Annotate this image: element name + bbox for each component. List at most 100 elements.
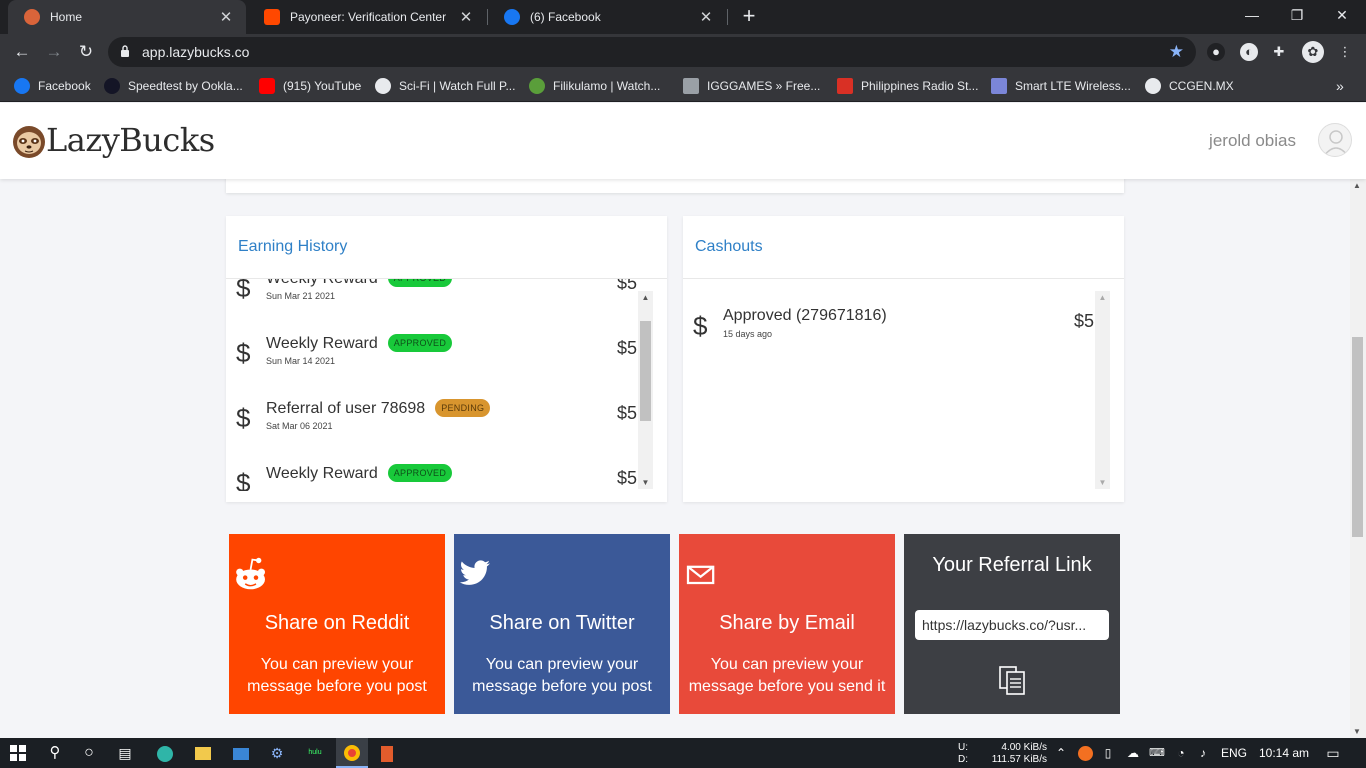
extension-compass-icon[interactable]: ◐: [1240, 43, 1258, 61]
close-tab-icon[interactable]: ✕: [698, 8, 714, 26]
onedrive-cloud-icon[interactable]: ☁: [1124, 743, 1142, 763]
edge-icon[interactable]: [157, 745, 173, 762]
facebook-icon: [14, 78, 30, 94]
earning-amount: $5: [616, 279, 637, 293]
lazybucks-favicon-icon: [24, 9, 40, 25]
bookmark-youtube[interactable]: (915) YouTube: [259, 76, 361, 96]
copy-icon[interactable]: [996, 664, 1028, 696]
share-email-card[interactable]: Share by Email You can preview your mess…: [679, 534, 895, 714]
bookmark-smart-lte[interactable]: Smart LTE Wireless...: [991, 76, 1131, 96]
bookmark-facebook[interactable]: Facebook: [14, 76, 91, 96]
wifi-icon[interactable]: ◔: [1172, 743, 1190, 763]
vpn-icon[interactable]: [1077, 746, 1093, 762]
bookmark-label: Smart LTE Wireless...: [1015, 79, 1131, 93]
app-icon[interactable]: [381, 745, 393, 762]
lazybucks-logo[interactable]: LazyBucks: [12, 121, 215, 159]
referral-link-input[interactable]: [915, 610, 1109, 640]
scroll-up-icon[interactable]: ▲: [1353, 181, 1361, 190]
bookmark-star-icon[interactable]: ★: [1169, 42, 1184, 62]
cashout-label: Approved (279671816): [723, 307, 887, 324]
download-speed: 111.57 KiB/s: [991, 754, 1047, 765]
phone-icon[interactable]: ▯: [1100, 743, 1116, 763]
bookmark-philippines-radio[interactable]: Philippines Radio St...: [837, 76, 978, 96]
bookmark-label: Facebook: [38, 79, 91, 93]
twitter-bird-icon: [459, 560, 490, 585]
tray-chevron-up-icon[interactable]: ⌃: [1054, 743, 1068, 763]
earning-scrollbar[interactable]: ▲ ▼: [638, 291, 653, 489]
page-scroll-thumb[interactable]: [1352, 337, 1363, 537]
bookmark-igggames[interactable]: IGGGAMES » Free...: [683, 76, 820, 96]
extensions-puzzle-icon[interactable]: ✚: [1270, 43, 1288, 61]
back-arrow-icon[interactable]: ←: [9, 39, 35, 65]
bookmark-label: Filikulamo | Watch...: [553, 79, 661, 93]
earning-history-list[interactable]: $ Weekly RewardAPPROVED Sun Mar 21 2021 …: [226, 279, 667, 502]
scroll-down-icon[interactable]: ▼: [638, 478, 653, 487]
bookmark-scifi[interactable]: Sci-Fi | Watch Full P...: [375, 76, 515, 96]
cortana-icon[interactable]: ○: [78, 743, 100, 763]
bookmark-ccgen[interactable]: CCGEN.MX: [1145, 76, 1234, 96]
scroll-up-icon[interactable]: ▲: [1095, 293, 1110, 302]
volume-icon[interactable]: ♪: [1194, 743, 1212, 763]
igggames-icon: [683, 78, 699, 94]
windows-start-icon[interactable]: [10, 745, 26, 761]
cashouts-list[interactable]: $ Approved (279671816) 15 days ago $5: [683, 279, 1124, 502]
status-badge: PENDING: [435, 399, 491, 417]
share-email-desc: You can preview your message before you …: [688, 656, 886, 695]
cashouts-panel: Cashouts $ Approved (279671816) 15 days …: [683, 216, 1124, 502]
close-window-icon[interactable]: ✕: [1320, 0, 1364, 32]
user-name[interactable]: jerold obias: [1209, 131, 1296, 151]
share-twitter-card[interactable]: Share on Twitter You can preview your me…: [454, 534, 670, 714]
action-center-icon[interactable]: ▭: [1322, 743, 1344, 763]
scroll-up-icon[interactable]: ▲: [638, 293, 653, 302]
menu-dots-icon[interactable]: ⋮: [1336, 43, 1354, 61]
speedtest-icon: [104, 78, 120, 94]
scroll-down-icon[interactable]: ▼: [1095, 478, 1110, 487]
ime-icon[interactable]: ⌨: [1148, 743, 1166, 763]
bookmark-filikulamo[interactable]: Filikulamo | Watch...: [529, 76, 660, 96]
share-reddit-card[interactable]: Share on Reddit You can preview your mes…: [229, 534, 445, 714]
bookmarks-overflow-icon[interactable]: »: [1336, 76, 1344, 96]
minimize-icon[interactable]: —: [1230, 0, 1274, 32]
close-tab-icon[interactable]: ✕: [218, 8, 234, 26]
url-text: app.lazybucks.co: [142, 44, 250, 60]
cashouts-scrollbar[interactable]: ▲ ▼: [1095, 291, 1110, 489]
page-scrollbar[interactable]: ▲ ▼: [1350, 179, 1366, 738]
tab-divider: [727, 9, 728, 25]
scroll-thumb[interactable]: [640, 321, 651, 421]
globe-icon: [375, 78, 391, 94]
chrome-taskbar-icon[interactable]: [336, 738, 368, 768]
share-twitter-title: Share on Twitter: [489, 612, 635, 634]
share-reddit-title: Share on Reddit: [264, 612, 410, 634]
hulu-icon[interactable]: hulu: [304, 743, 326, 763]
bookmark-label: CCGEN.MX: [1169, 79, 1234, 93]
close-tab-icon[interactable]: ✕: [458, 8, 474, 26]
forward-arrow-icon[interactable]: →: [41, 39, 67, 65]
extension-icon[interactable]: ●: [1207, 43, 1225, 61]
settings-gear-icon[interactable]: ⚙: [266, 743, 288, 763]
mail-icon[interactable]: [233, 747, 249, 760]
status-badge: APPROVED: [387, 334, 453, 352]
status-badge: APPROVED: [387, 279, 453, 287]
facebook-favicon-icon: [504, 9, 520, 25]
file-explorer-icon[interactable]: [195, 747, 211, 761]
bookmark-label: Philippines Radio St...: [861, 79, 979, 93]
address-bar[interactable]: app.lazybucks.co ★: [108, 37, 1196, 67]
tab-payoneer[interactable]: Payoneer: Verification Center ✕: [248, 0, 486, 34]
task-view-icon[interactable]: ▤: [114, 743, 136, 763]
profile-avatar-icon[interactable]: ✿: [1302, 41, 1324, 63]
tab-home[interactable]: Home ✕: [8, 0, 246, 34]
reload-icon[interactable]: ↻: [73, 39, 99, 65]
tab-facebook[interactable]: (6) Facebook ✕: [488, 0, 726, 34]
new-tab-button[interactable]: +: [737, 4, 761, 28]
user-avatar-icon[interactable]: [1318, 123, 1352, 157]
payoneer-favicon-icon: [264, 9, 280, 25]
bookmark-speedtest[interactable]: Speedtest by Ookla...: [104, 76, 243, 96]
language-indicator[interactable]: ENG: [1218, 743, 1250, 763]
clock[interactable]: 10:14 am: [1254, 743, 1314, 763]
restore-icon[interactable]: ❐: [1275, 0, 1319, 32]
earning-row: $ Referral of user 78698 PENDING Sat Mar …: [226, 395, 637, 445]
scroll-down-icon[interactable]: ▼: [1353, 727, 1361, 736]
search-icon[interactable]: ⚲: [44, 743, 66, 763]
download-label: D:: [958, 754, 968, 765]
earning-label: Weekly RewardAPPROVED: [266, 279, 453, 288]
